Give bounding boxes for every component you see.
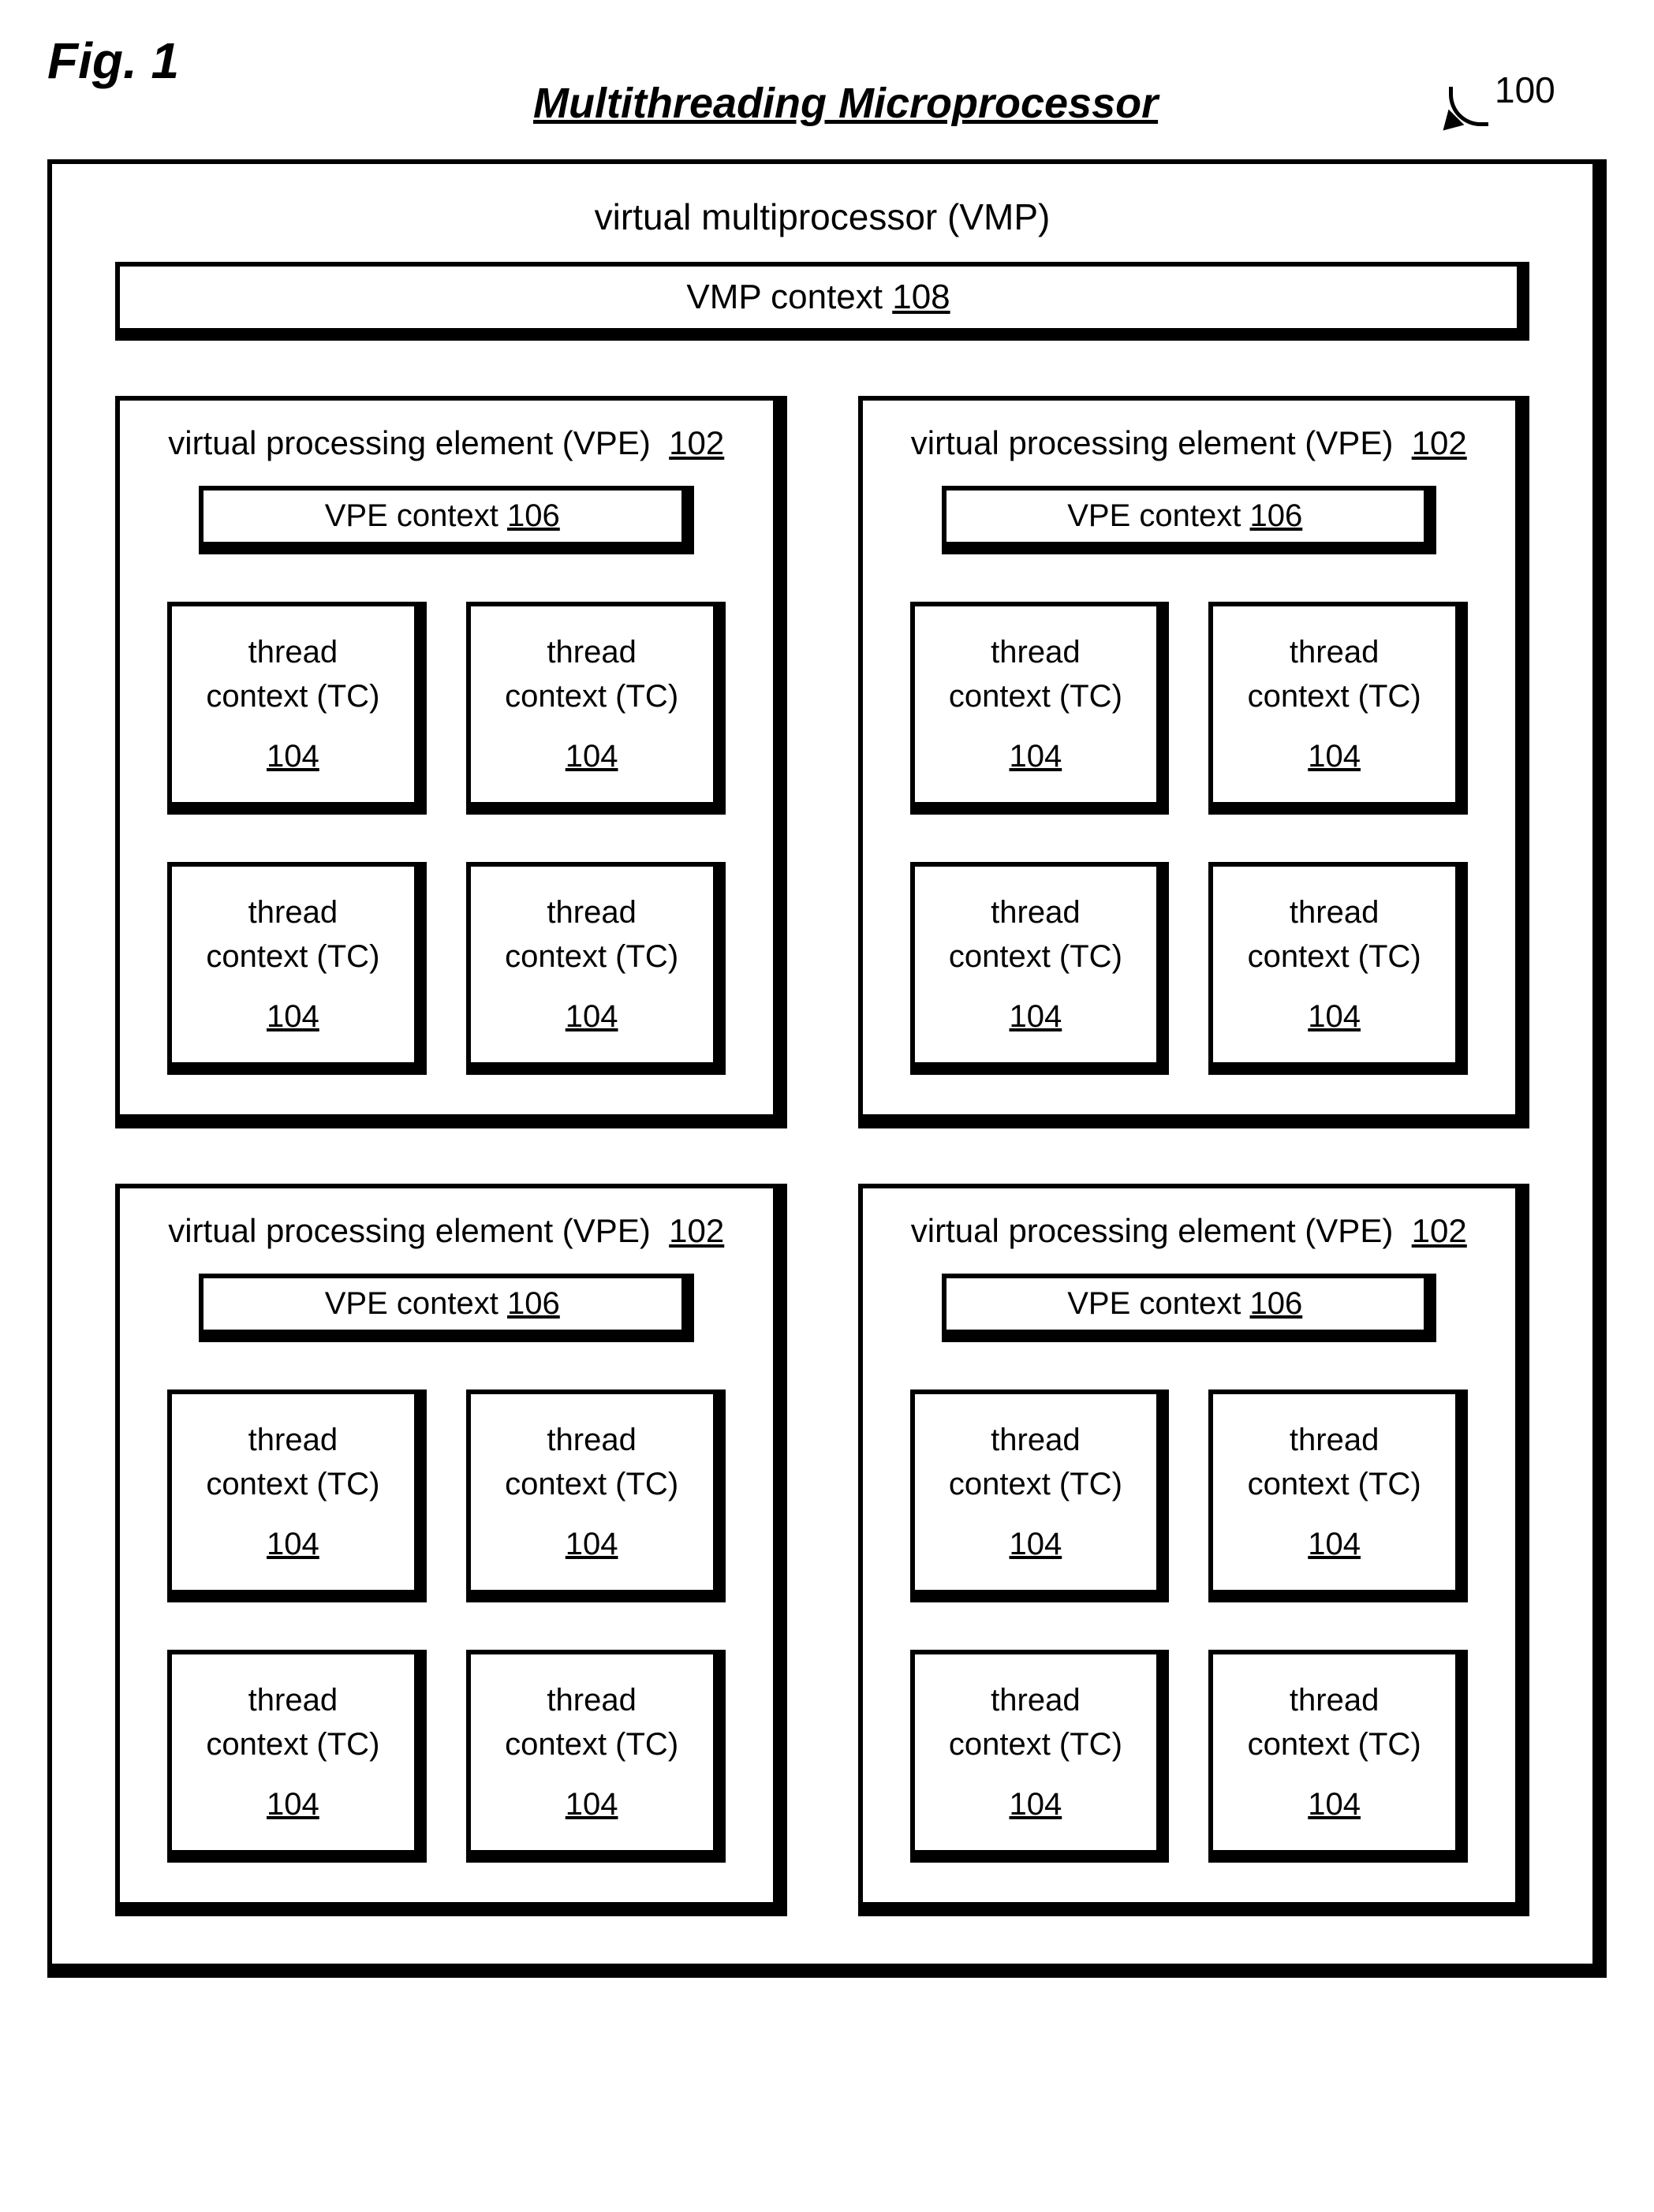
thread-context-box: threadcontext (TC) 104 <box>1208 1650 1460 1855</box>
vpe-context-box: VPE context 106 <box>199 486 686 546</box>
vpe-context-box: VPE context 106 <box>942 486 1429 546</box>
thread-context-box: threadcontext (TC) 104 <box>167 1389 419 1595</box>
vmp-container: virtual multiprocessor (VMP) VMP context… <box>47 159 1597 1968</box>
vpe-title: virtual processing element (VPE) 102 <box>910 424 1469 462</box>
arrow-icon <box>1449 87 1488 126</box>
vmp-title: virtual multiprocessor (VMP) <box>115 196 1529 238</box>
vpe-grid: virtual processing element (VPE) 102 VPE… <box>115 396 1529 1916</box>
vpe-box: virtual processing element (VPE) 102 VPE… <box>858 396 1521 1119</box>
vpe-box: virtual processing element (VPE) 102 VPE… <box>858 1184 1521 1907</box>
vpe-title: virtual processing element (VPE) 102 <box>167 424 726 462</box>
vpe-box: virtual processing element (VPE) 102 VPE… <box>115 1184 778 1907</box>
vmp-context-box: VMP context 108 <box>115 262 1521 333</box>
thread-context-box: threadcontext (TC) 104 <box>167 1650 419 1855</box>
thread-context-box: threadcontext (TC) 104 <box>910 1650 1162 1855</box>
thread-context-box: threadcontext (TC) 104 <box>167 602 419 807</box>
thread-context-box: threadcontext (TC) 104 <box>167 862 419 1067</box>
thread-context-box: threadcontext (TC) 104 <box>910 602 1162 807</box>
thread-context-box: threadcontext (TC) 104 <box>466 862 718 1067</box>
vpe-title: virtual processing element (VPE) 102 <box>910 1212 1469 1250</box>
vpe-context-box: VPE context 106 <box>942 1274 1429 1334</box>
thread-context-box: threadcontext (TC) 104 <box>1208 1389 1460 1595</box>
vpe-box: virtual processing element (VPE) 102 VPE… <box>115 396 778 1119</box>
diagram-title: Multithreading Microprocessor <box>533 79 1158 128</box>
thread-context-box: threadcontext (TC) 104 <box>910 862 1162 1067</box>
vpe-title: virtual processing element (VPE) 102 <box>167 1212 726 1250</box>
thread-context-box: threadcontext (TC) 104 <box>466 1650 718 1855</box>
thread-context-box: threadcontext (TC) 104 <box>910 1389 1162 1595</box>
figure-label: Fig. 1 <box>47 32 179 90</box>
thread-context-box: threadcontext (TC) 104 <box>466 1389 718 1595</box>
outer-reference-number: 100 <box>1449 32 1607 111</box>
vpe-context-box: VPE context 106 <box>199 1274 686 1334</box>
thread-context-box: threadcontext (TC) 104 <box>1208 862 1460 1067</box>
thread-context-box: threadcontext (TC) 104 <box>1208 602 1460 807</box>
thread-context-box: threadcontext (TC) 104 <box>466 602 718 807</box>
